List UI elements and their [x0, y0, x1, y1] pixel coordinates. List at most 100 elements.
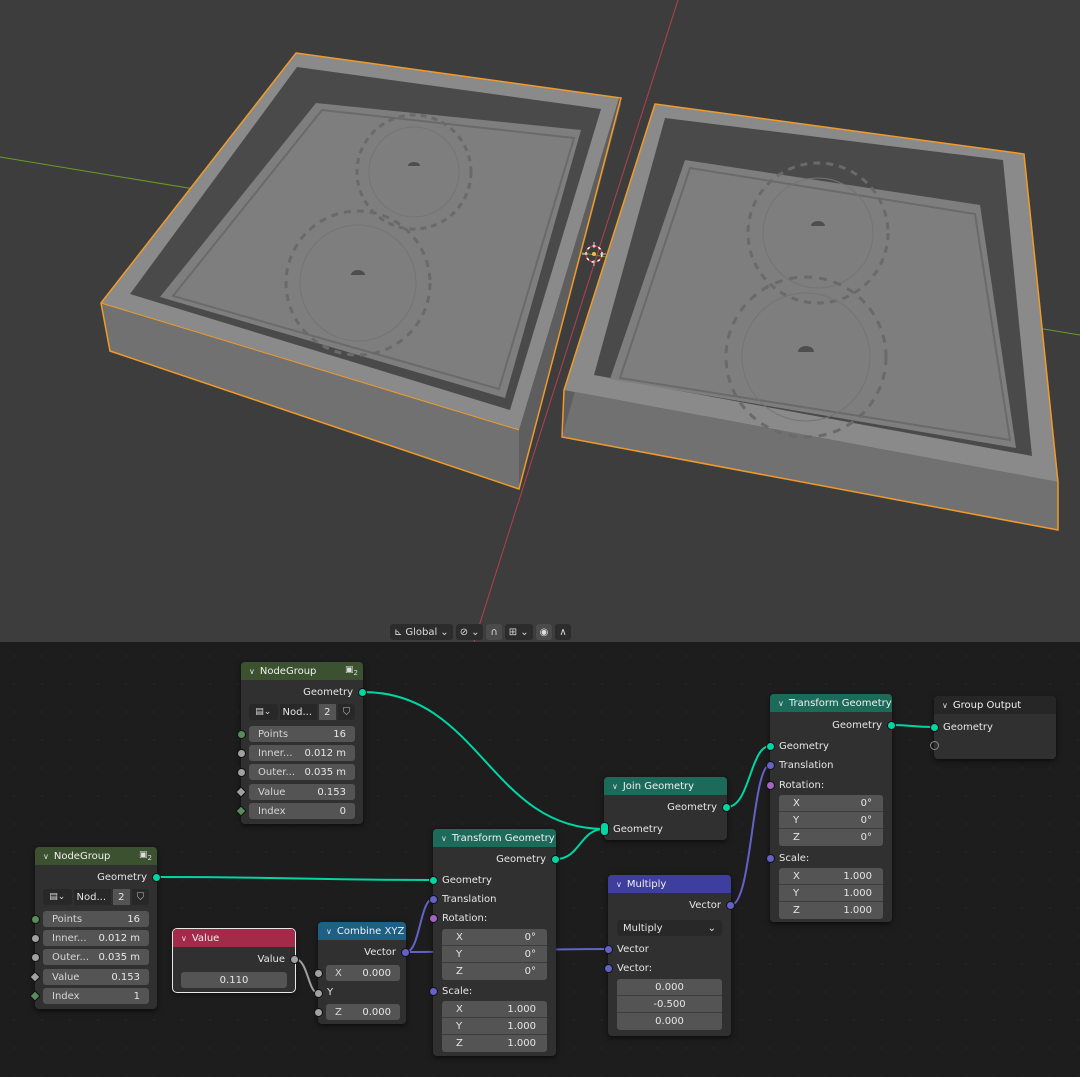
output-socket-geometry[interactable] — [152, 873, 161, 882]
orientation-dropdown[interactable]: ⊾ Global ⌄ — [390, 624, 453, 640]
node-transform-geometry-right[interactable]: ∨ Transform Geometry Geometry Geometry T… — [766, 694, 896, 922]
value-field[interactable]: Value 0.153 — [249, 784, 355, 800]
z-field[interactable]: Z 0.000 — [326, 1004, 400, 1020]
node-transform-geometry-left[interactable]: ∨ Transform Geometry Geometry Geometry T… — [429, 829, 560, 1056]
output-socket-vector[interactable] — [726, 901, 735, 910]
datablock-selector[interactable]: ▤⌄ Nod... 2 ⛉ — [249, 704, 356, 720]
collapse-chevron-icon[interactable]: ∨ — [441, 834, 447, 843]
datablock-browse-button[interactable]: ▤⌄ — [249, 704, 278, 720]
input-socket-outer[interactable] — [31, 953, 40, 962]
inner-radius-field[interactable]: Inner... 0.012 m — [249, 745, 355, 761]
link-join-to-transform-right[interactable] — [726, 745, 771, 808]
collapse-chevron-icon[interactable]: ∨ — [43, 852, 49, 861]
node-group-bottom[interactable]: ∨ NodeGroup ▣2 Geometry ▤⌄ Nod... 2 ⛉ Po… — [29, 847, 161, 1009]
datablock-browse-button[interactable]: ▤⌄ — [43, 889, 72, 905]
node-header[interactable]: ∨ Transform Geometry — [770, 694, 892, 712]
input-socket-x[interactable] — [314, 969, 323, 978]
link-group-bottom-to-transform[interactable] — [156, 876, 434, 881]
value-field[interactable]: Value 0.153 — [43, 969, 149, 985]
index-field[interactable]: Index 0 — [249, 803, 355, 819]
collapse-chevron-icon[interactable]: ∨ — [326, 927, 332, 936]
outer-radius-field[interactable]: Outer... 0.035 m — [43, 949, 149, 965]
rotation-fields[interactable]: X 0° Y 0° Z 0° — [442, 929, 547, 980]
input-socket-outer[interactable] — [237, 768, 246, 777]
falloff-dropdown[interactable]: ∧ — [555, 624, 571, 640]
vector-b-x-field[interactable]: 0.000 — [617, 979, 722, 996]
scale-x-field[interactable]: X 1.000 — [779, 868, 883, 885]
link-transform-to-join[interactable] — [555, 828, 605, 860]
node-group-top[interactable]: ∨ NodeGroup ▣2 Geometry ▤⌄ Nod... 2 ⛉ Po… — [235, 662, 367, 824]
datablock-name[interactable]: Nod... — [73, 889, 111, 905]
rotation-x-field[interactable]: X 0° — [779, 795, 883, 812]
vector-b-fields[interactable]: 0.000 -0.500 0.000 — [617, 979, 722, 1030]
datablock-user-count[interactable]: 2 — [318, 704, 336, 720]
output-socket-value[interactable] — [290, 955, 299, 964]
operation-dropdown[interactable]: Multiply ⌄ — [617, 920, 722, 936]
collapse-chevron-icon[interactable]: ∨ — [616, 880, 622, 889]
points-field[interactable]: Points 16 — [43, 911, 149, 927]
rotation-x-field[interactable]: X 0° — [442, 929, 547, 946]
input-socket-points[interactable] — [31, 915, 40, 924]
scale-fields[interactable]: X 1.000 Y 1.000 Z 1.000 — [442, 1001, 547, 1052]
vector-b-z-field[interactable]: 0.000 — [617, 1013, 722, 1030]
link-combine-to-translation[interactable] — [405, 898, 434, 953]
scale-fields[interactable]: X 1.000 Y 1.000 Z 1.000 — [779, 868, 883, 919]
collapse-chevron-icon[interactable]: ∨ — [942, 701, 948, 710]
datablock-name[interactable]: Nod... — [279, 704, 317, 720]
scale-z-field[interactable]: Z 1.000 — [779, 902, 883, 919]
node-header[interactable]: ∨ Group Output — [934, 696, 1056, 714]
input-socket-points[interactable] — [237, 730, 246, 739]
3d-cursor-icon[interactable] — [582, 242, 606, 266]
output-socket-geometry[interactable] — [887, 721, 896, 730]
rotation-y-field[interactable]: Y 0° — [779, 812, 883, 829]
datablock-user-count[interactable]: 2 — [112, 889, 130, 905]
link-transform-right-to-output[interactable] — [891, 724, 935, 728]
output-socket-vector[interactable] — [401, 948, 410, 957]
node-header[interactable]: ∨ Combine XYZ — [318, 922, 406, 940]
snap-toggle[interactable]: ∩ — [486, 624, 502, 640]
output-socket-geometry[interactable] — [358, 688, 367, 697]
input-socket-z[interactable] — [314, 1008, 323, 1017]
rotation-z-field[interactable]: Z 0° — [442, 963, 547, 980]
node-combine-xyz[interactable]: ∨ Combine XYZ Vector X 0.000 Y Z 0.000 — [314, 922, 410, 1024]
collapse-chevron-icon[interactable]: ∨ — [181, 934, 187, 943]
index-field[interactable]: Index 1 — [43, 988, 149, 1004]
node-group-output[interactable]: ∨ Group Output Geometry — [930, 696, 1056, 759]
points-field[interactable]: Points 16 — [249, 726, 355, 742]
outer-radius-field[interactable]: Outer... 0.035 m — [249, 764, 355, 780]
collapse-chevron-icon[interactable]: ∨ — [249, 667, 255, 676]
input-socket-inner[interactable] — [237, 749, 246, 758]
scale-y-field[interactable]: Y 1.000 — [442, 1018, 547, 1035]
fake-user-shield-icon[interactable]: ⛉ — [131, 889, 150, 905]
input-socket-empty[interactable] — [930, 741, 939, 750]
output-socket-geometry[interactable] — [551, 855, 560, 864]
pivot-dropdown[interactable]: ⊘ ⌄ — [455, 624, 484, 640]
node-header[interactable]: ∨ Multiply — [608, 875, 731, 893]
node-header[interactable]: ∨ NodeGroup ▣2 — [35, 847, 157, 865]
node-editor[interactable]: ∨ NodeGroup ▣2 Geometry ▤⌄ Nod... 2 ⛉ Po… — [0, 642, 1080, 1077]
rotation-fields[interactable]: X 0° Y 0° Z 0° — [779, 795, 883, 846]
value-number-field[interactable]: 0.110 — [181, 972, 287, 988]
scale-z-field[interactable]: Z 1.000 — [442, 1035, 547, 1052]
3d-viewport[interactable]: ⊾ Global ⌄ ⊘ ⌄ ∩ ⊞ ⌄ ◉ ∧ — [0, 0, 1080, 642]
vector-b-y-field[interactable]: -0.500 — [617, 996, 722, 1013]
link-multiply-to-translation-right[interactable] — [730, 764, 771, 906]
collapse-chevron-icon[interactable]: ∨ — [778, 699, 784, 708]
scale-x-field[interactable]: X 1.000 — [442, 1001, 547, 1018]
rotation-y-field[interactable]: Y 0° — [442, 946, 547, 963]
node-join-geometry[interactable]: ∨ Join Geometry Geometry Geometry — [600, 777, 731, 840]
rotation-z-field[interactable]: Z 0° — [779, 829, 883, 846]
datablock-selector[interactable]: ▤⌄ Nod... 2 ⛉ — [43, 889, 150, 905]
node-header[interactable]: ∨ Transform Geometry — [433, 829, 556, 847]
fake-user-shield-icon[interactable]: ⛉ — [337, 704, 356, 720]
input-socket-inner[interactable] — [31, 934, 40, 943]
output-socket-geometry[interactable] — [722, 803, 731, 812]
node-header[interactable]: ∨ NodeGroup ▣2 — [241, 662, 363, 680]
collapse-chevron-icon[interactable]: ∨ — [612, 782, 618, 791]
x-field[interactable]: X 0.000 — [326, 965, 400, 981]
link-group-top-to-join[interactable] — [362, 691, 605, 830]
proportional-edit-toggle[interactable]: ◉ — [535, 624, 553, 640]
node-vector-multiply[interactable]: ∨ Multiply Vector Multiply ⌄ Vector Vect… — [604, 875, 735, 1036]
scale-y-field[interactable]: Y 1.000 — [779, 885, 883, 902]
inner-radius-field[interactable]: Inner... 0.012 m — [43, 930, 149, 946]
